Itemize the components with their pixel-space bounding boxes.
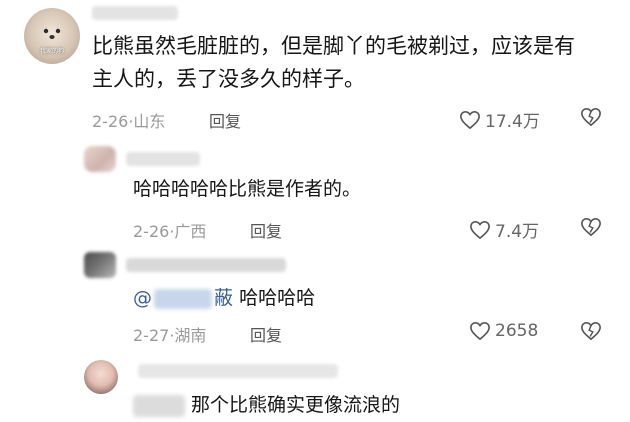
like-button[interactable]: 2658	[469, 321, 538, 341]
reply-body: 哈哈哈哈	[239, 287, 316, 309]
like-count: 7.4万	[495, 222, 540, 242]
reply-text: 那个比熊确实更像流浪的	[133, 392, 400, 418]
reply-button[interactable]: 回复	[250, 322, 282, 346]
name-blurred	[133, 394, 185, 417]
reply-button[interactable]: 回复	[209, 108, 241, 132]
comment-thread: 我家的狗 比熊虽然毛脏脏的，但是脚丫的毛被剃过，应该是有 主人的，丢了没多久的样…	[0, 0, 630, 422]
mention-link[interactable]: @ 蔽	[133, 287, 233, 309]
comment-location: 广西	[174, 222, 207, 241]
dog-face-icon	[43, 28, 61, 39]
comment-date: 2-27	[133, 326, 170, 345]
heart-outline-icon	[460, 110, 480, 129]
reply-text: 哈哈哈哈哈比熊是作者的。	[133, 178, 362, 200]
comment-meta: 2-26·山东	[92, 112, 166, 131]
comment-text-line-1: 比熊虽然毛脏脏的，但是脚丫的毛被剃过，应该是有	[92, 34, 575, 58]
like-button[interactable]: 17.4万	[459, 107, 540, 132]
avatar-blurred[interactable]	[84, 146, 116, 172]
broken-heart-icon[interactable]	[580, 107, 602, 127]
avatar-dog[interactable]: 我家的狗	[24, 8, 80, 64]
like-count: 2658	[495, 321, 539, 341]
avatar-blurred[interactable]	[84, 252, 116, 278]
heart-outline-icon	[470, 321, 490, 341]
comment-location: 山东	[133, 112, 166, 131]
username-blurred[interactable]	[138, 364, 338, 378]
broken-heart-icon[interactable]	[580, 321, 602, 341]
username-blurred[interactable]	[126, 258, 286, 272]
avatar-user[interactable]	[84, 360, 118, 394]
username-blurred[interactable]	[126, 152, 200, 166]
mention-name-blurred	[154, 288, 212, 309]
reply-body: 那个比熊确实更像流浪的	[191, 394, 401, 416]
comment-text-line-2: 主人的，丢了没多久的样子。	[92, 67, 365, 91]
username-blurred[interactable]	[92, 6, 178, 20]
comment-meta: 2-27·湖南	[133, 326, 207, 345]
broken-heart-icon[interactable]	[580, 217, 602, 237]
comment-date: 2-26	[92, 112, 129, 131]
like-button[interactable]: 7.4万	[469, 217, 539, 242]
comment-location: 湖南	[174, 326, 207, 345]
comment-date: 2-26	[133, 222, 170, 241]
avatar-watermark: 我家的狗	[39, 48, 64, 55]
heart-outline-icon	[470, 220, 490, 239]
reply-button[interactable]: 回复	[250, 218, 282, 242]
comment-meta: 2-26·广西	[133, 222, 207, 241]
reply-text: @ 蔽 哈哈哈哈	[133, 285, 315, 311]
like-count: 17.4万	[485, 112, 540, 132]
